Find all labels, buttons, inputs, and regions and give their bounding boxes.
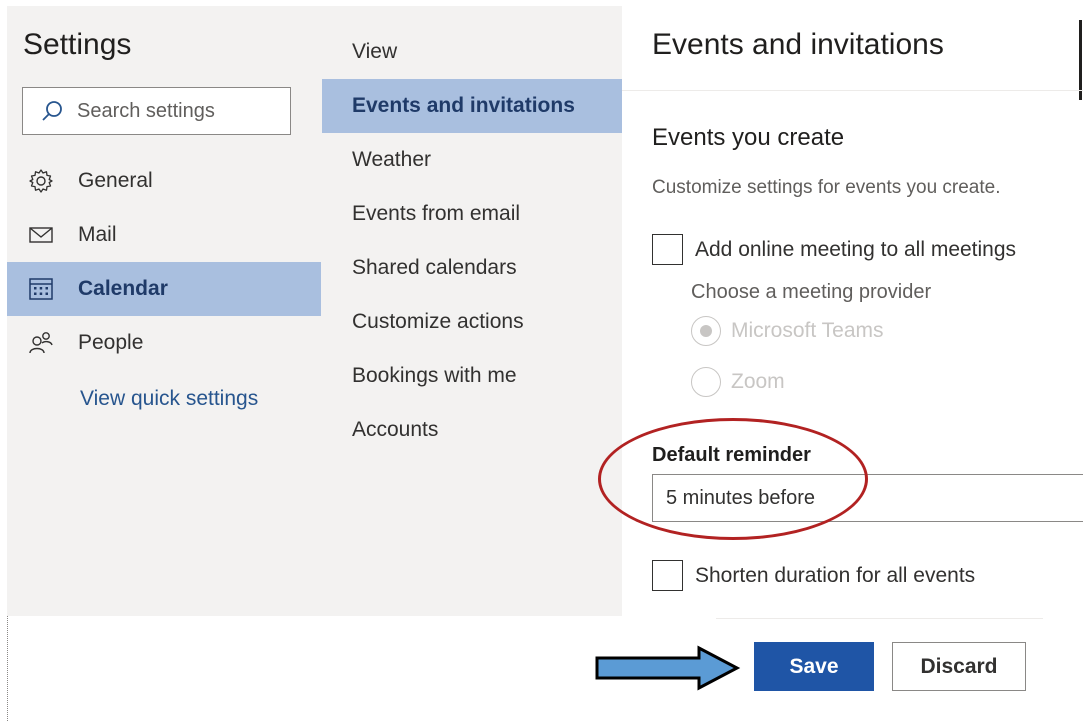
- mail-icon: [29, 227, 53, 243]
- section-heading: Events you create: [652, 124, 845, 151]
- footer-divider: [716, 618, 1043, 619]
- provider-teams-label: Microsoft Teams: [731, 319, 884, 342]
- settings-sidebar: Settings General Mail Calendar: [7, 6, 322, 616]
- search-icon: [42, 101, 62, 121]
- panel-title: Events and invitations: [652, 28, 944, 61]
- people-icon: [29, 332, 53, 354]
- gear-icon: [29, 169, 53, 193]
- submenu-item-weather[interactable]: Weather: [322, 133, 622, 187]
- annotation-arrow-icon: [595, 645, 741, 691]
- section-description: Customize settings for events you create…: [652, 177, 1001, 198]
- meeting-provider-label: Choose a meeting provider: [691, 281, 932, 303]
- provider-option-zoom[interactable]: Zoom: [691, 367, 785, 397]
- shorten-duration-label: Shorten duration for all events: [695, 563, 976, 587]
- annotation-ellipse: [598, 418, 868, 540]
- nav-item-people[interactable]: People: [7, 316, 321, 370]
- settings-title: Settings: [23, 28, 132, 61]
- nav-item-general[interactable]: General: [7, 154, 321, 208]
- submenu-item-events-invitations[interactable]: Events and invitations: [322, 79, 622, 133]
- dotted-border: [7, 616, 8, 721]
- panel-divider: [622, 90, 1083, 91]
- calendar-icon: [29, 278, 53, 300]
- shorten-duration-checkbox[interactable]: [652, 560, 683, 591]
- shorten-duration-option[interactable]: Shorten duration for all events: [652, 560, 975, 591]
- calendar-submenu: View Events and invitations Weather Even…: [322, 6, 622, 616]
- submenu-item-shared-calendars[interactable]: Shared calendars: [322, 241, 622, 295]
- nav-item-label: Mail: [78, 223, 117, 246]
- provider-zoom-label: Zoom: [731, 370, 785, 393]
- radio-selected-dot: [700, 325, 712, 337]
- provider-option-teams[interactable]: Microsoft Teams: [691, 316, 884, 346]
- view-quick-settings-link[interactable]: View quick settings: [80, 387, 258, 411]
- nav-item-label: Calendar: [78, 277, 168, 300]
- online-meeting-label: Add online meeting to all meetings: [695, 237, 1017, 261]
- submenu-item-events-from-email[interactable]: Events from email: [322, 187, 622, 241]
- search-box[interactable]: [22, 87, 291, 135]
- nav-item-calendar[interactable]: Calendar: [7, 262, 321, 316]
- search-input[interactable]: [77, 99, 277, 123]
- save-button[interactable]: Save: [754, 642, 874, 691]
- radio-teams[interactable]: [691, 316, 721, 346]
- online-meeting-checkbox[interactable]: [652, 234, 683, 265]
- nav-item-mail[interactable]: Mail: [7, 208, 321, 262]
- submenu-item-view[interactable]: View: [322, 25, 622, 79]
- radio-zoom[interactable]: [691, 367, 721, 397]
- discard-button[interactable]: Discard: [892, 642, 1026, 691]
- online-meeting-option[interactable]: Add online meeting to all meetings: [652, 234, 1016, 265]
- submenu-item-customize-actions[interactable]: Customize actions: [322, 295, 622, 349]
- submenu-item-bookings-with-me[interactable]: Bookings with me: [322, 349, 622, 403]
- nav-item-label: General: [78, 169, 153, 192]
- panel-scrollbar[interactable]: [1079, 20, 1082, 100]
- submenu-item-accounts[interactable]: Accounts: [322, 403, 622, 457]
- nav-item-label: People: [78, 331, 144, 354]
